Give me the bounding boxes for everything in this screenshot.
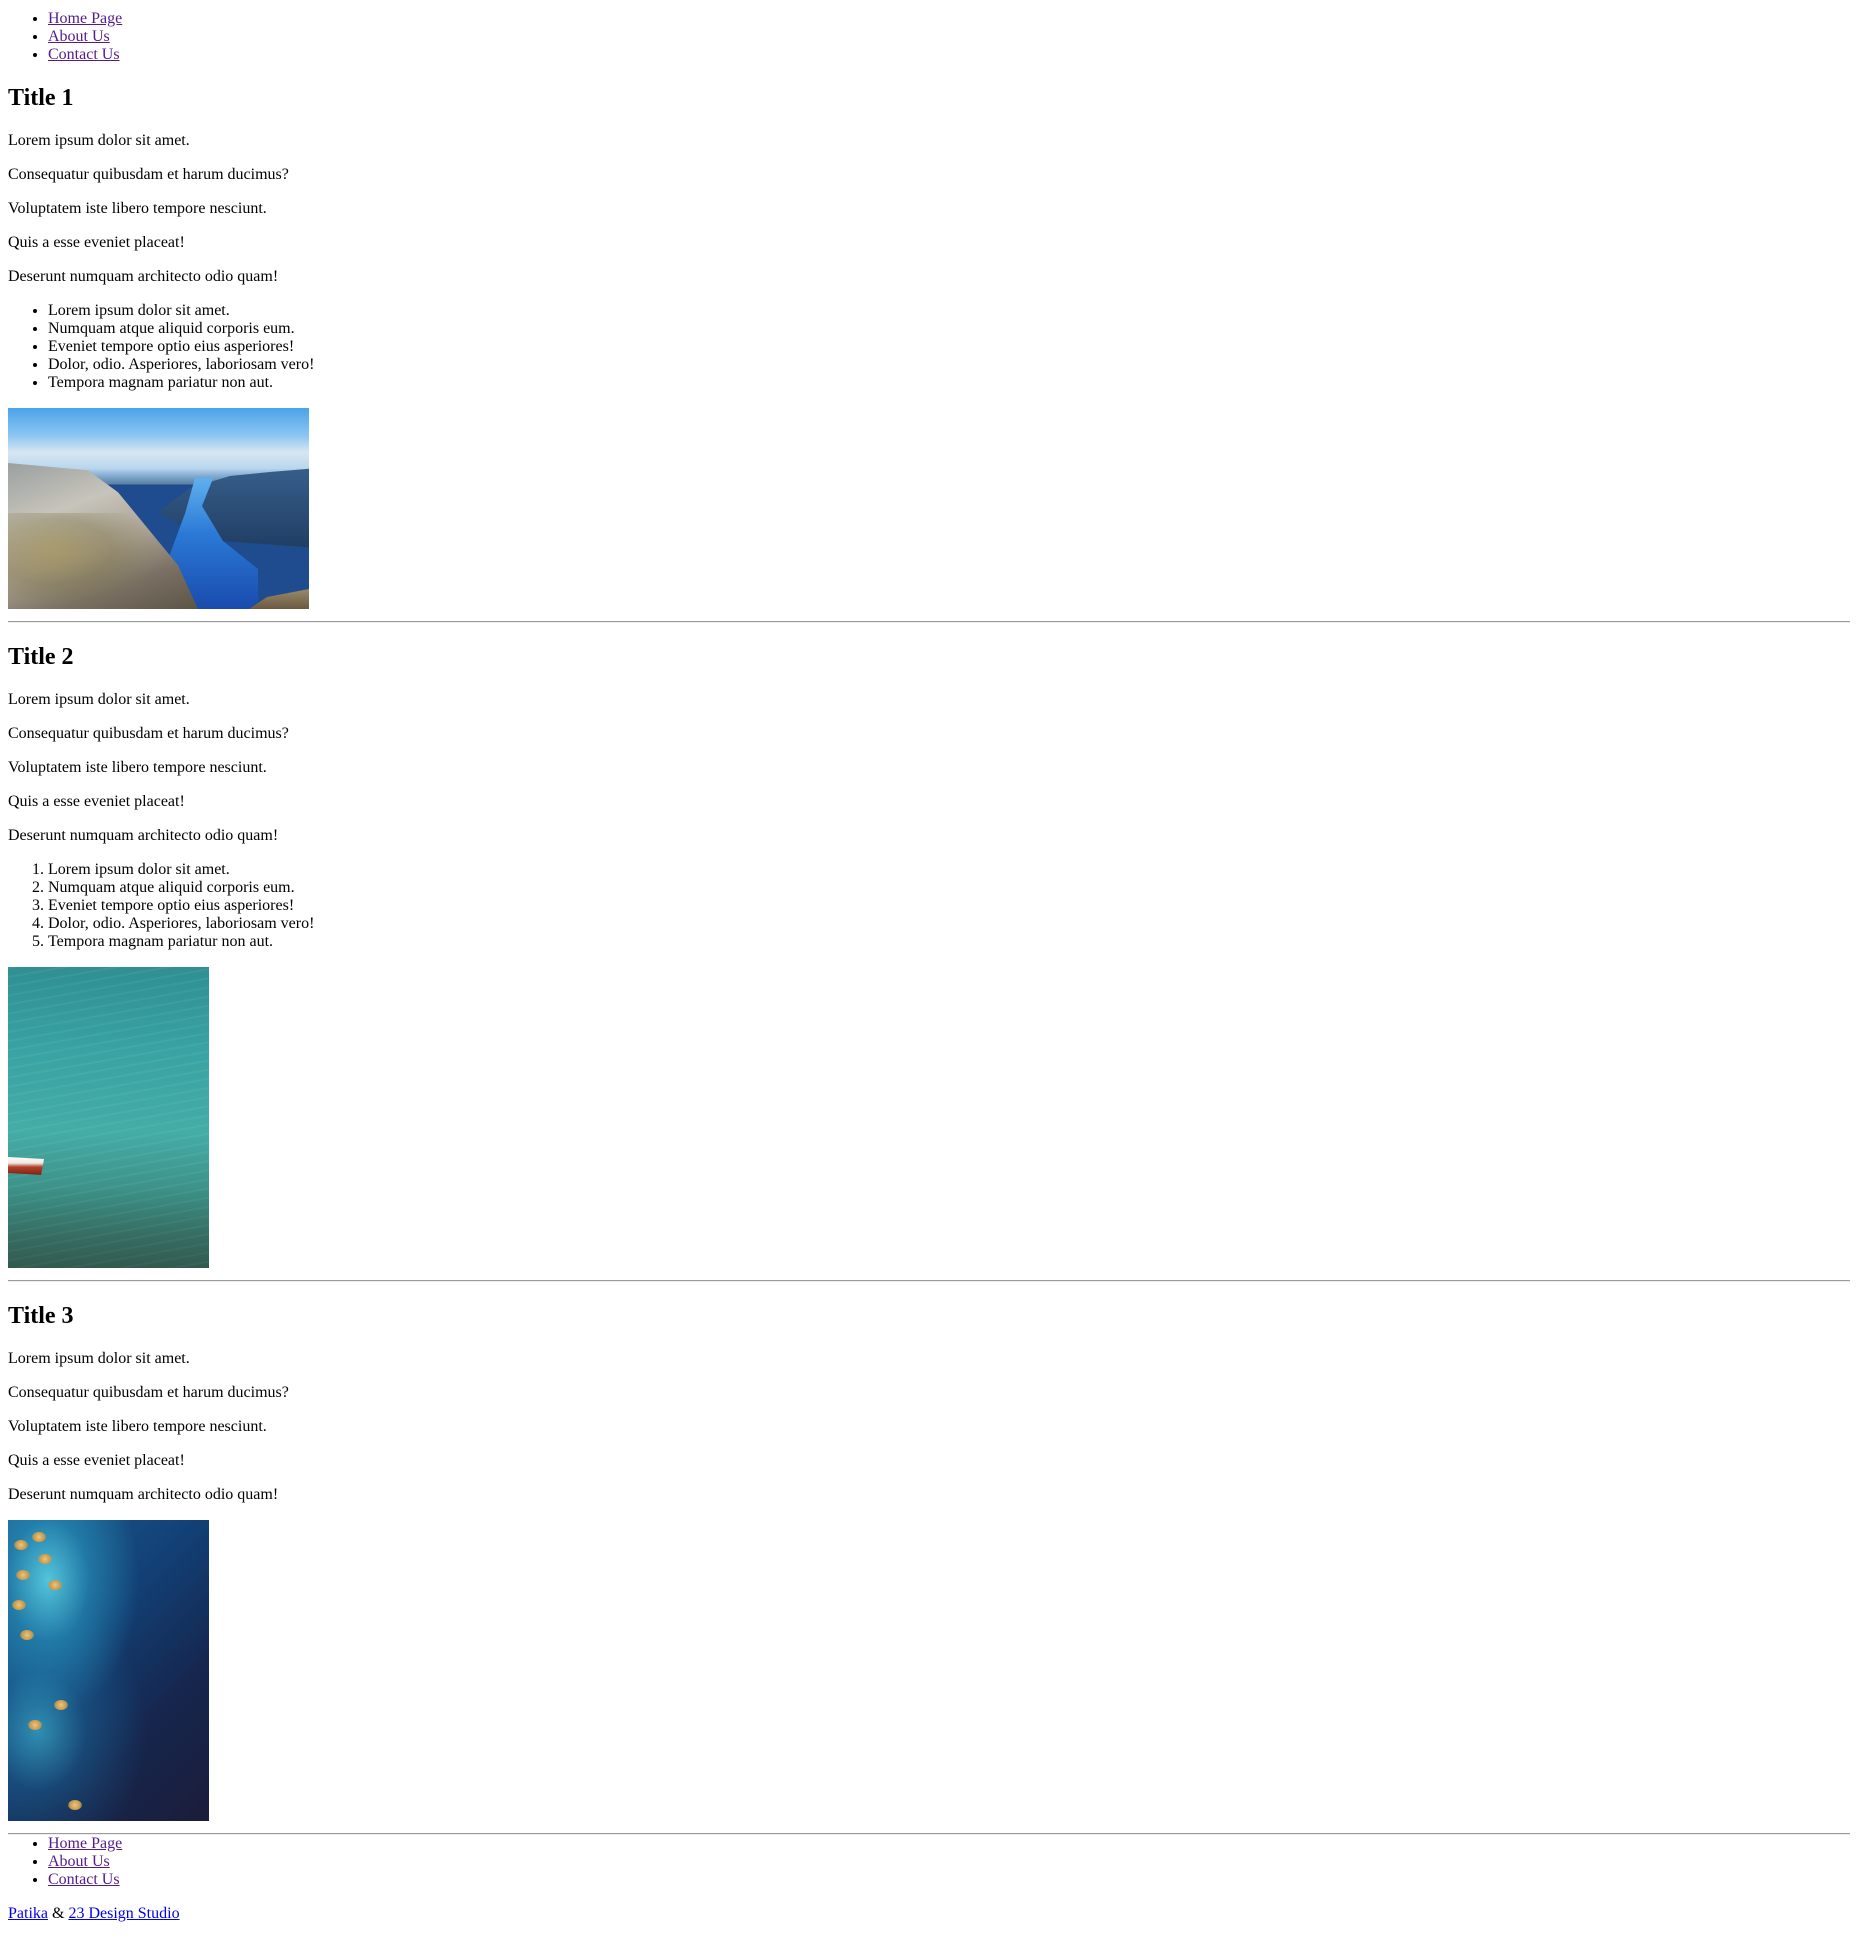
paragraph: Deserunt numquam architecto odio quam! <box>8 1486 279 1503</box>
footer-nav: Home Page About Us Contact Us <box>8 1835 1850 1889</box>
list-item: Lorem ipsum dolor sit amet. <box>48 861 1850 879</box>
section-divider <box>8 621 1850 623</box>
section-title: Title 3 <box>8 1303 74 1329</box>
list-item: Numquam atque aliquid corporis eum. <box>48 879 1850 897</box>
footer-nav-item-about: About Us <box>48 1853 1850 1871</box>
paragraph: Quis a esse eveniet placeat! <box>8 1452 185 1469</box>
reef-shape <box>48 1580 62 1590</box>
paragraph: Voluptatem iste libero tempore nesciunt. <box>8 1418 267 1435</box>
paragraph: Consequatur quibusdam et harum ducimus? <box>8 166 289 183</box>
paragraph: Quis a esse eveniet placeat! <box>8 793 185 810</box>
reef-shape <box>28 1720 42 1730</box>
footer-credit: Patika & 23 Design Studio <box>8 1905 1850 1923</box>
footer: Home Page About Us Contact Us Patika & 2… <box>8 1835 1850 1923</box>
footer-link-contact[interactable]: Contact Us <box>48 1871 120 1888</box>
top-nav: Home Page About Us Contact Us <box>8 10 1850 64</box>
reef-shape <box>54 1700 68 1710</box>
nav-item-contact: Contact Us <box>48 46 1850 64</box>
paragraph: Consequatur quibusdam et harum ducimus? <box>8 725 289 742</box>
section-title: Title 2 <box>8 644 74 670</box>
paragraph: Quis a esse eveniet placeat! <box>8 234 185 251</box>
grass-shape <box>8 513 158 609</box>
section-2: Title 2 Lorem ipsum dolor sit amet. Cons… <box>8 643 1850 1268</box>
list-item: Dolor, odio. Asperiores, laboriosam vero… <box>48 356 1850 374</box>
boat-shape <box>8 1157 44 1175</box>
reef-shape <box>68 1800 82 1810</box>
reef-shape <box>14 1540 28 1550</box>
section-title: Title 1 <box>8 85 74 111</box>
footer-nav-item-home: Home Page <box>48 1835 1850 1853</box>
rock-shape <box>249 589 309 609</box>
list-item: Tempora magnam pariatur non aut. <box>48 933 1850 951</box>
list-item: Eveniet tempore optio eius asperiores! <box>48 897 1850 915</box>
reef-shape <box>20 1630 34 1640</box>
list-item: Eveniet tempore optio eius asperiores! <box>48 338 1850 356</box>
list-item: Tempora magnam pariatur non aut. <box>48 374 1850 392</box>
bullet-list: Lorem ipsum dolor sit amet. Numquam atqu… <box>8 302 1850 392</box>
turquoise-water-image <box>8 967 209 1268</box>
list-item: Lorem ipsum dolor sit amet. <box>48 302 1850 320</box>
credit-separator: & <box>52 1905 65 1922</box>
reef-shape <box>16 1570 30 1580</box>
nav-item-about: About Us <box>48 28 1850 46</box>
paragraph: Consequatur quibusdam et harum ducimus? <box>8 1384 289 1401</box>
fjord-landscape-image <box>8 408 309 609</box>
paragraph: Voluptatem iste libero tempore nesciunt. <box>8 759 267 776</box>
paragraph: Deserunt numquam architecto odio quam! <box>8 827 279 844</box>
paragraph: Lorem ipsum dolor sit amet. <box>8 132 190 149</box>
list-item: Dolor, odio. Asperiores, laboriosam vero… <box>48 915 1850 933</box>
nav-link-contact[interactable]: Contact Us <box>48 46 120 63</box>
footer-nav-item-contact: Contact Us <box>48 1871 1850 1889</box>
paragraph: Voluptatem iste libero tempore nesciunt. <box>8 200 267 217</box>
paragraph: Lorem ipsum dolor sit amet. <box>8 691 190 708</box>
footer-link-about[interactable]: About Us <box>48 1853 110 1870</box>
list-item: Numquam atque aliquid corporis eum. <box>48 320 1850 338</box>
nav-item-home: Home Page <box>48 10 1850 28</box>
paragraph: Lorem ipsum dolor sit amet. <box>8 1350 190 1367</box>
paragraph: Deserunt numquam architecto odio quam! <box>8 268 279 285</box>
credit-link-studio[interactable]: 23 Design Studio <box>68 1905 179 1922</box>
section-1: Title 1 Lorem ipsum dolor sit amet. Cons… <box>8 84 1850 609</box>
footer-link-home[interactable]: Home Page <box>48 1835 122 1852</box>
reef-shape <box>38 1554 52 1564</box>
credit-link-patika[interactable]: Patika <box>8 1905 48 1922</box>
reef-shape <box>32 1532 46 1542</box>
ocean-reef-image <box>8 1520 209 1821</box>
section-divider <box>8 1280 1850 1282</box>
nav-link-home[interactable]: Home Page <box>48 10 122 27</box>
section-3: Title 3 Lorem ipsum dolor sit amet. Cons… <box>8 1302 1850 1821</box>
nav-link-about[interactable]: About Us <box>48 28 110 45</box>
water-shade <box>8 1187 209 1268</box>
numbered-list: Lorem ipsum dolor sit amet. Numquam atqu… <box>8 861 1850 951</box>
reef-shape <box>12 1600 26 1610</box>
